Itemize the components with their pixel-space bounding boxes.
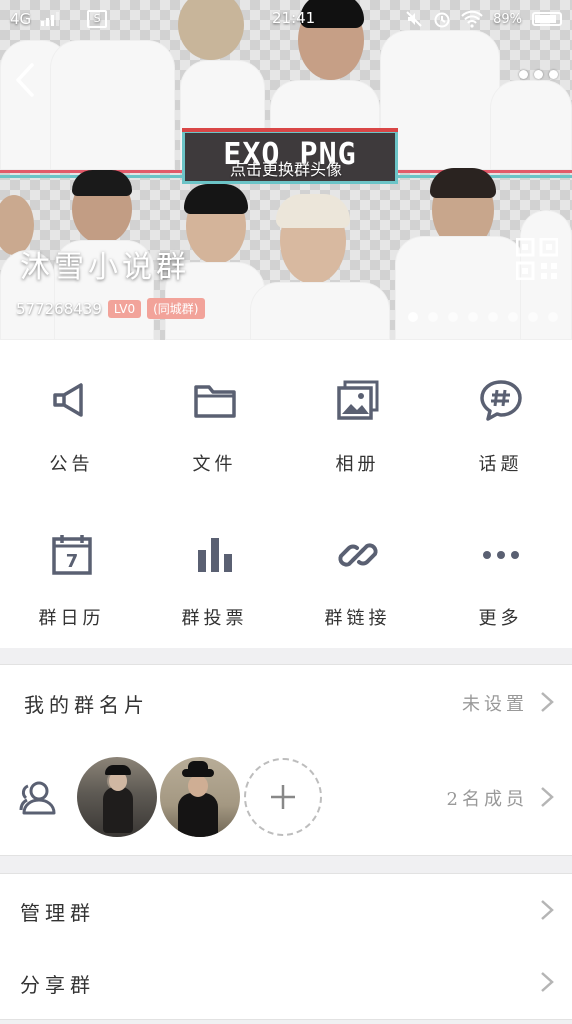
more-dots-icon — [482, 551, 519, 559]
grid-item-album[interactable]: 相册 — [286, 340, 429, 494]
signal-icon — [41, 12, 60, 26]
link-icon — [337, 543, 378, 567]
chevron-right-icon — [541, 900, 554, 920]
group-profile-page: 4G S 21:41 89% EXO PNG 点击更换群头像 沐雪小说群 577… — [0, 0, 572, 1024]
status-bar: 4G S 21:41 89% — [0, 0, 572, 38]
grid-item-link[interactable]: 群链接 — [286, 494, 429, 648]
grid-item-more[interactable]: 更多 — [429, 494, 572, 648]
city-badge: (同城群) — [147, 298, 205, 319]
grid-label: 相册 — [335, 454, 380, 475]
grid-label: 更多 — [478, 608, 523, 629]
page-dot — [528, 312, 538, 322]
manage-group-row[interactable]: 管理群 — [0, 873, 572, 947]
member-count: 2名成员 — [446, 789, 528, 810]
wifi-icon — [461, 10, 483, 28]
grid-item-topic[interactable]: 话题 — [429, 340, 572, 494]
grid-item-files[interactable]: 文件 — [143, 340, 286, 494]
add-member-button[interactable] — [244, 758, 322, 836]
page-dot — [548, 312, 558, 322]
group-name: 沐雪小说群 — [20, 250, 190, 285]
mute-icon — [406, 11, 422, 27]
back-arrow-icon[interactable] — [12, 62, 38, 98]
chevron-right-icon — [541, 692, 554, 712]
photo-album-icon — [336, 380, 378, 420]
my-group-card-row[interactable]: 我的群名片 未设置 — [0, 664, 572, 739]
notification-icon: S — [87, 10, 108, 28]
grid-item-announcement[interactable]: 公告 — [0, 340, 143, 494]
member-avatar[interactable] — [77, 757, 157, 837]
page-dot — [408, 312, 418, 322]
group-id: 577268439 — [16, 299, 102, 318]
chevron-right-icon — [541, 972, 554, 992]
page-indicator — [408, 312, 558, 322]
battery-percent: 89% — [493, 11, 522, 27]
page-dot — [508, 312, 518, 322]
svg-text:7: 7 — [65, 551, 78, 572]
grid-label: 群投票 — [181, 608, 248, 629]
level-badge: LV0 — [107, 299, 142, 318]
grid-label: 群链接 — [324, 608, 391, 629]
grid-label: 话题 — [478, 454, 523, 475]
page-dot — [488, 312, 498, 322]
chevron-right-icon — [541, 787, 554, 807]
clock-time: 21:41 — [272, 9, 316, 27]
manage-group-label: 管理群 — [20, 901, 95, 925]
my-group-card-label: 我的群名片 — [24, 693, 149, 717]
grid-label: 文件 — [192, 454, 237, 475]
grid-label: 公告 — [49, 454, 94, 475]
folder-icon — [193, 385, 236, 418]
function-grid: 公告 文件 相册 话题 7 群日历 群投票 群链接 更多 — [0, 340, 572, 648]
grid-item-vote[interactable]: 群投票 — [143, 494, 286, 648]
members-icon — [19, 781, 56, 815]
group-cover-banner[interactable]: 4G S 21:41 89% EXO PNG 点击更换群头像 沐雪小说群 577… — [0, 0, 572, 340]
network-label: 4G — [10, 10, 32, 28]
member-avatar[interactable] — [160, 757, 240, 837]
battery-icon — [532, 12, 562, 26]
change-avatar-hint[interactable]: 点击更换群头像 — [0, 156, 572, 180]
calendar-icon: 7 — [51, 535, 92, 575]
grid-label: 群日历 — [38, 608, 105, 629]
page-dot — [468, 312, 478, 322]
page-dot — [428, 312, 438, 322]
megaphone-icon — [52, 383, 83, 417]
members-row[interactable]: 2名成员 — [0, 738, 572, 856]
group-meta: 577268439 LV0 (同城群) — [16, 298, 205, 319]
page-dot — [448, 312, 458, 322]
my-group-card-value: 未设置 — [462, 694, 528, 715]
topic-hash-icon — [479, 380, 522, 421]
share-group-label: 分享群 — [20, 973, 95, 997]
bar-chart-icon — [197, 538, 232, 572]
grid-item-calendar[interactable]: 7 群日历 — [0, 494, 143, 648]
share-group-row[interactable]: 分享群 — [0, 946, 572, 1020]
alarm-icon — [434, 12, 450, 28]
plus-icon — [271, 785, 295, 809]
qr-code-icon[interactable] — [516, 238, 558, 280]
more-options-button[interactable] — [519, 70, 558, 79]
